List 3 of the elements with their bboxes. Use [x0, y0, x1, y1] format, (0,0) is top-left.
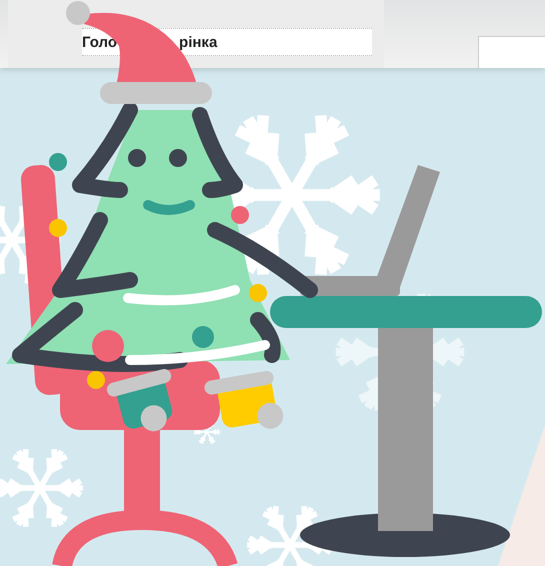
- input-field[interactable]: [478, 36, 545, 68]
- title-text: рінка: [179, 34, 218, 50]
- title-text: Голо: [82, 34, 118, 50]
